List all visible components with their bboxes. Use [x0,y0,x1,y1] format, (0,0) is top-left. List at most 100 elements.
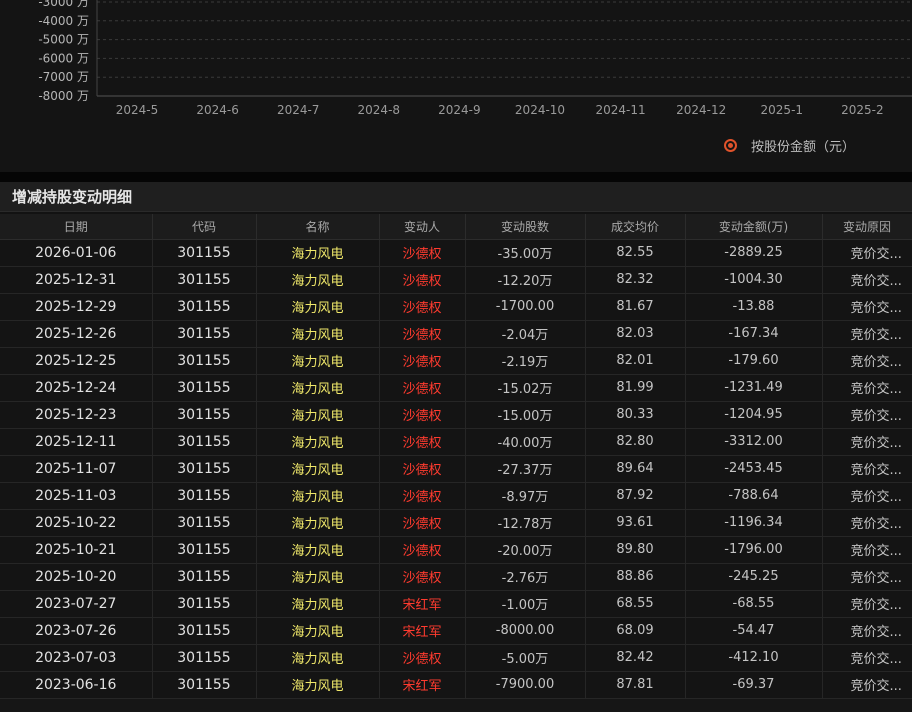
cell-amount: -788.64 [685,482,823,510]
cell-person: 宋红军 [379,590,466,618]
cell-date: 2025-12-29 [0,293,153,321]
cell-person: 沙德权 [379,401,466,429]
table-row[interactable]: 2025-12-24 301155 海力风电 沙德权 -15.02万 81.99 -1231… [0,374,912,402]
header-code[interactable]: 代码 [152,214,257,240]
table-row[interactable]: 2023-07-26 301155 海力风电 宋红军 -8000.00 68.09 -54.… [0,617,912,645]
cell-code: 301155 [152,536,257,564]
cell-reason: 竞价交... [822,482,912,510]
cell-reason: 竞价交... [822,617,912,645]
cell-date: 2023-07-03 [0,644,153,672]
cell-reason: 竞价交... [822,671,912,699]
cell-avg-price: 88.86 [585,563,686,591]
table-row[interactable]: 2025-11-03 301155 海力风电 沙德权 -8.97万 87.92 -788.6… [0,482,912,510]
cell-amount: -179.60 [685,347,823,375]
cell-avg-price: 82.32 [585,266,686,294]
cell-code: 301155 [152,320,257,348]
cell-code: 301155 [152,455,257,483]
cell-code: 301155 [152,482,257,510]
cell-shares: -40.00万 [465,428,586,456]
table-row[interactable]: 2025-12-23 301155 海力风电 沙德权 -15.00万 80.33 -1204… [0,401,912,429]
cell-name: 海力风电 [256,671,380,699]
x-tick-label: 2024-7 [277,103,320,117]
table-row[interactable]: 2025-12-11 301155 海力风电 沙德权 -40.00万 82.80 -3312… [0,428,912,456]
y-tick-label: -4000 万 [38,14,89,28]
cell-code: 301155 [152,428,257,456]
cell-name: 海力风电 [256,509,380,537]
cell-person: 沙德权 [379,347,466,375]
table-row[interactable]: 2025-12-31 301155 海力风电 沙德权 -12.20万 82.32 -1004… [0,266,912,294]
y-tick-label: -8000 万 [38,89,89,103]
cell-code: 301155 [152,266,257,294]
cell-person: 沙德权 [379,374,466,402]
chart-panel: -3000 万 -4000 万 -5000 万 -6000 万 -7000 万 -8000… [0,0,912,172]
cell-date: 2023-07-27 [0,590,153,618]
cell-date: 2025-11-07 [0,455,153,483]
cell-reason: 竞价交... [822,239,912,267]
table-row[interactable]: 2025-12-26 301155 海力风电 沙德权 -2.04万 82.03 -167.3… [0,320,912,348]
table-row[interactable]: 2023-07-03 301155 海力风电 沙德权 -5.00万 82.42 -412.1… [0,644,912,672]
cell-shares: -15.00万 [465,401,586,429]
table-row[interactable]: 2025-12-29 301155 海力风电 沙德权 -1700.00 81.67 -13.… [0,293,912,321]
cell-reason: 竞价交... [822,536,912,564]
cell-avg-price: 82.01 [585,347,686,375]
table-row[interactable]: 2025-11-07 301155 海力风电 沙德权 -27.37万 89.64 -2453… [0,455,912,483]
header-amount[interactable]: 变动金额(万) [685,214,823,240]
cell-date: 2025-10-21 [0,536,153,564]
cell-name: 海力风电 [256,347,380,375]
x-tick-label: 2024-5 [116,103,159,117]
cell-name: 海力风电 [256,482,380,510]
cell-code: 301155 [152,671,257,699]
cell-person: 沙德权 [379,293,466,321]
table-row[interactable]: 2023-06-16 301155 海力风电 宋红军 -7900.00 87.81 -69.… [0,671,912,699]
cell-reason: 竞价交... [822,455,912,483]
legend[interactable]: 按股份金额（元） [724,136,855,155]
cell-shares: -20.00万 [465,536,586,564]
cell-avg-price: 89.80 [585,536,686,564]
cell-amount: -1204.95 [685,401,823,429]
cell-reason: 竞价交... [822,401,912,429]
x-tick-label: 2024-11 [596,103,646,117]
table-row[interactable]: 2023-07-27 301155 海力风电 宋红军 -1.00万 68.55 -68.55… [0,590,912,618]
cell-reason: 竞价交... [822,347,912,375]
cell-amount: -245.25 [685,563,823,591]
cell-code: 301155 [152,563,257,591]
table-row[interactable]: 2025-10-20 301155 海力风电 沙德权 -2.76万 88.86 -245.2… [0,563,912,591]
x-tick-label: 2024-6 [196,103,239,117]
cell-shares: -2.19万 [465,347,586,375]
cell-shares: -5.00万 [465,644,586,672]
cell-date: 2025-12-31 [0,266,153,294]
cell-person: 沙德权 [379,320,466,348]
cell-person: 沙德权 [379,428,466,456]
radio-selected-icon[interactable] [724,138,737,152]
x-tick-label: 2025-1 [761,103,804,117]
table-row[interactable]: 2025-10-22 301155 海力风电 沙德权 -12.78万 93.61 -1196… [0,509,912,537]
cell-name: 海力风电 [256,563,380,591]
table-row[interactable]: 2025-10-21 301155 海力风电 沙德权 -20.00万 89.80 -1796… [0,536,912,564]
cell-reason: 竞价交... [822,563,912,591]
cell-person: 宋红军 [379,671,466,699]
table-row[interactable]: 2025-12-25 301155 海力风电 沙德权 -2.19万 82.01 -179.6… [0,347,912,375]
cell-code: 301155 [152,293,257,321]
cell-reason: 竞价交... [822,644,912,672]
cell-code: 301155 [152,590,257,618]
cell-avg-price: 87.81 [585,671,686,699]
header-date[interactable]: 日期 [0,214,153,240]
cell-amount: -2889.25 [685,239,823,267]
x-tick-label: 2024-9 [438,103,481,117]
cell-name: 海力风电 [256,293,380,321]
cell-name: 海力风电 [256,590,380,618]
cell-avg-price: 68.55 [585,590,686,618]
cell-name: 海力风电 [256,644,380,672]
header-avg-price[interactable]: 成交均价 [585,214,686,240]
header-name[interactable]: 名称 [256,214,380,240]
cell-code: 301155 [152,374,257,402]
cell-reason: 竞价交... [822,266,912,294]
detail-table-container[interactable]: 日期 代码 名称 变动人 变动股数 成交均价 变动金额(万) 变动原因 2026… [0,214,912,712]
header-shares[interactable]: 变动股数 [465,214,586,240]
cell-code: 301155 [152,347,257,375]
cell-amount: -3312.00 [685,428,823,456]
header-reason[interactable]: 变动原因 [822,214,912,240]
header-person[interactable]: 变动人 [379,214,466,240]
x-tick-label: 2025-2 [841,103,884,117]
table-row[interactable]: 2026-01-06 301155 海力风电 沙德权 -35.00万 82.55 -2889… [0,239,912,267]
